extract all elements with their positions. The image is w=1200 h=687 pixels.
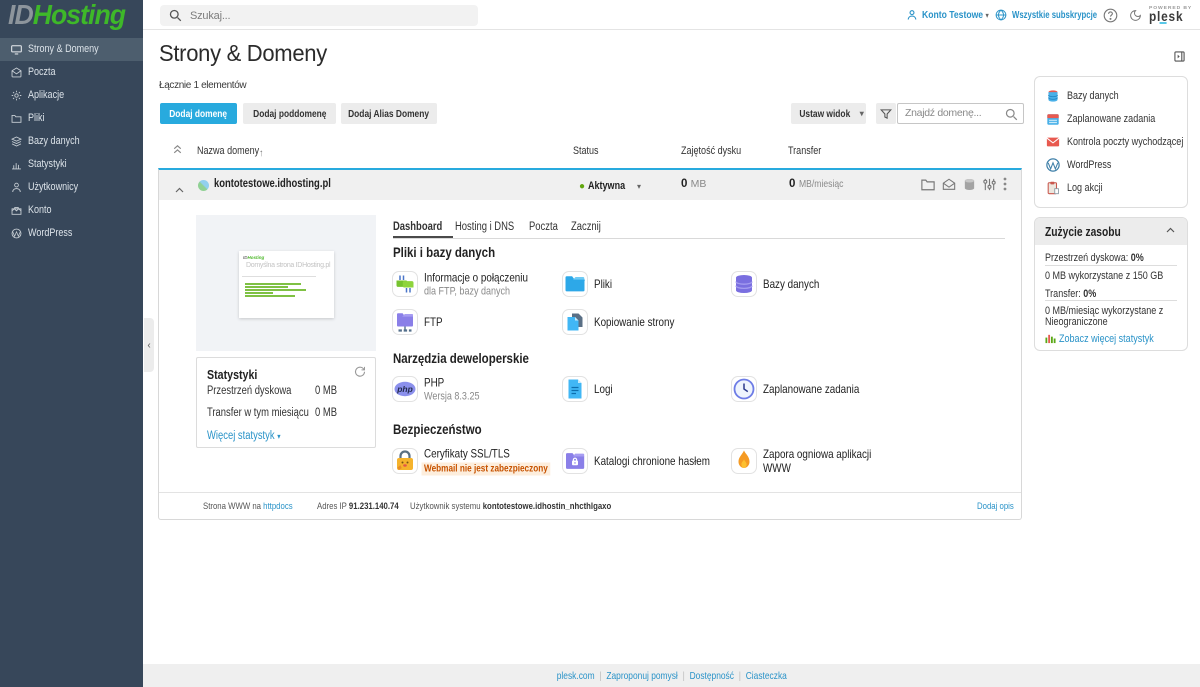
svg-text:php: php <box>396 384 413 394</box>
